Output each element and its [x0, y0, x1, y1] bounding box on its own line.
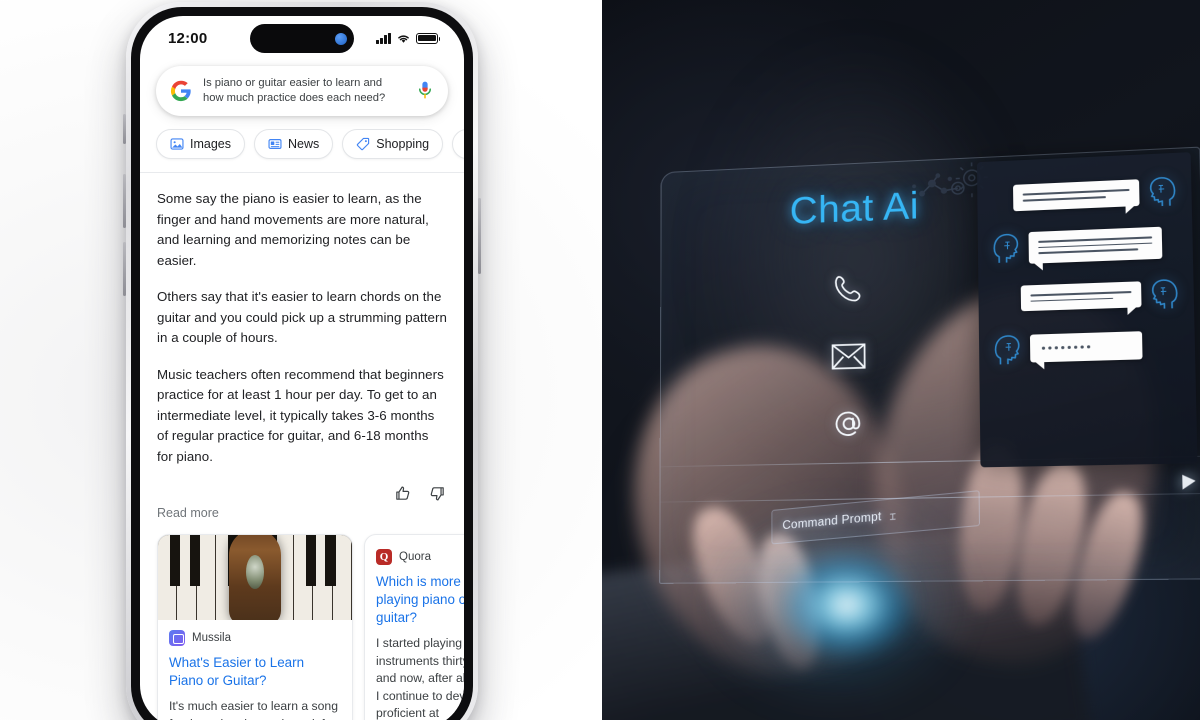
volume-up-button[interactable] [123, 174, 126, 228]
tag-icon [357, 137, 370, 151]
at-sign-icon[interactable] [832, 408, 865, 441]
ai-head-profile-icon [1150, 278, 1179, 310]
chip-videos[interactable]: Videos [452, 129, 464, 159]
chat-bubble[interactable] [1020, 281, 1142, 312]
thumb-down-icon[interactable] [429, 485, 446, 502]
card-snippet: I started playing both instruments thirt… [376, 636, 464, 720]
read-more-link[interactable]: Read more [140, 502, 464, 534]
typing-indicator [1040, 341, 1133, 353]
right-panel-hologram-scene: Chat Ai Command Prompt [602, 0, 1200, 720]
command-prompt-label: Command Prompt [782, 510, 882, 533]
card-title[interactable]: What's Easier to Learn Piano or Guitar? [169, 654, 341, 690]
answer-paragraph: Some say the piano is easier to learn, a… [157, 191, 429, 268]
ai-answer-block: Some say the piano is easier to learn, a… [140, 173, 464, 467]
search-query-text[interactable]: Is piano or guitar easier to learn and h… [203, 76, 405, 106]
chat-message-row [992, 176, 1177, 215]
chat-bubble[interactable] [1028, 226, 1163, 264]
card-body: Mussila What's Easier to Learn Piano or … [158, 620, 352, 720]
card-snippet: It's much easier to learn a song for the… [169, 699, 338, 720]
battery-icon [416, 32, 441, 44]
guitar-headstock-graphic [229, 535, 281, 620]
answer-paragraph: Others say that it's easier to learn cho… [157, 289, 447, 345]
image-icon [170, 138, 184, 150]
text-caret-icon [889, 512, 896, 520]
news-icon [268, 139, 282, 149]
command-prompt-row: Command Prompt [770, 473, 1196, 545]
command-prompt-input[interactable]: Command Prompt [771, 490, 981, 545]
chat-messages-card [976, 152, 1198, 468]
card-thumbnail [158, 535, 352, 620]
chip-label: Shopping [376, 137, 430, 151]
holographic-panel: Chat Ai Command Prompt [659, 146, 1200, 584]
search-bar[interactable]: Is piano or guitar easier to learn and h… [156, 66, 448, 116]
chip-shopping[interactable]: Shopping [342, 129, 444, 159]
phone-screen: 12:00 Is piano or guitar easier to learn… [140, 16, 464, 720]
chip-news[interactable]: News [254, 129, 334, 159]
chat-bubble[interactable] [1013, 179, 1140, 211]
card-source: Mussila [169, 630, 341, 646]
split-promo-stage: 12:00 Is piano or guitar easier to learn… [0, 0, 1200, 720]
wifi-icon [398, 34, 409, 43]
send-arrow-icon[interactable] [1182, 473, 1196, 490]
chat-bubble-typing[interactable] [1029, 331, 1143, 363]
result-card[interactable]: Mussila What's Easier to Learn Piano or … [157, 534, 353, 720]
card-body: Q Quora Which is more difficult, playing… [365, 535, 464, 720]
search-filter-chips: Images News Shopping [140, 116, 464, 172]
mussila-app-icon [169, 630, 185, 646]
chip-label: News [288, 137, 320, 151]
status-bar: 12:00 [140, 16, 464, 60]
card-source: Q Quora [376, 549, 464, 565]
status-time: 12:00 [168, 29, 208, 47]
envelope-icon[interactable] [831, 343, 866, 370]
phone-icon[interactable] [832, 272, 865, 305]
ai-head-profile-icon [1148, 176, 1177, 208]
google-g-logo [170, 80, 191, 102]
chip-images[interactable]: Images [156, 129, 245, 159]
ai-head-profile-icon [993, 233, 1021, 265]
cellular-signal-icon [376, 32, 391, 44]
microphone-icon[interactable] [416, 80, 434, 102]
quora-logo: Q [376, 549, 392, 565]
silent-switch[interactable] [123, 114, 126, 144]
iphone-device: 12:00 Is piano or guitar easier to learn… [123, 2, 481, 720]
left-panel-phone-scene: 12:00 Is piano or guitar easier to learn… [0, 0, 602, 720]
chip-label: Images [190, 137, 231, 151]
card-title[interactable]: Which is more difficult, playing piano o… [376, 573, 464, 627]
result-card[interactable]: Q Quora Which is more difficult, playing… [364, 534, 464, 720]
chat-message-row [994, 329, 1180, 366]
dynamic-island[interactable] [250, 24, 354, 53]
chat-ai-title: Chat Ai [789, 185, 920, 233]
contact-icon-column [831, 272, 867, 442]
activity-indicator-dot [335, 32, 347, 45]
chat-message-row [993, 226, 1178, 265]
ai-head-profile-icon [994, 334, 1022, 366]
phone-bezel: 12:00 Is piano or guitar easier to learn… [131, 7, 473, 720]
power-button[interactable] [478, 198, 481, 274]
card-source-name: Mussila [192, 632, 231, 644]
feedback-controls [140, 483, 464, 502]
chat-message-row [993, 278, 1179, 315]
status-icons [376, 32, 441, 44]
volume-down-button[interactable] [123, 242, 126, 296]
thumb-up-icon[interactable] [394, 485, 411, 502]
search-bar-wrap: Is piano or guitar easier to learn and h… [140, 60, 464, 116]
result-cards: Mussila What's Easier to Learn Piano or … [140, 534, 464, 720]
card-source-name: Quora [399, 551, 431, 563]
answer-paragraph: Music teachers often recommend that begi… [157, 366, 444, 464]
